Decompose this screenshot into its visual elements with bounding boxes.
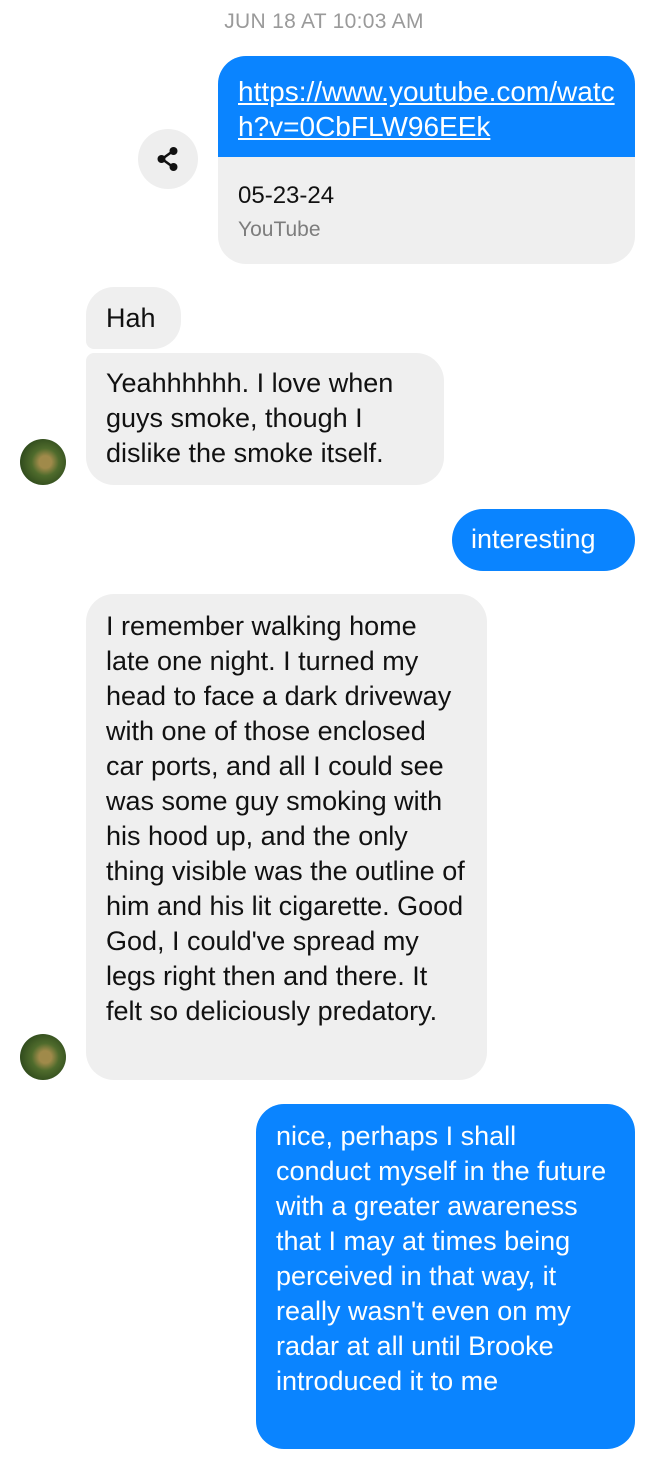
contact-avatar[interactable] <box>20 1034 66 1080</box>
message-text: interesting <box>471 524 596 554</box>
link-title: 05-23-24 <box>238 182 335 209</box>
message-text: I remember walking home late one night. … <box>106 611 465 1026</box>
contact-avatar[interactable] <box>20 439 66 485</box>
link-source: YouTube <box>238 218 321 241</box>
message-bubble-incoming[interactable]: Hah <box>86 287 181 349</box>
share-icon <box>157 147 178 171</box>
message-bubble-outgoing[interactable]: interesting <box>452 509 635 571</box>
share-button[interactable] <box>138 129 198 189</box>
message-bubble-outgoing[interactable]: nice, perhaps I shall conduct myself in … <box>256 1104 635 1449</box>
timestamp: JUN 18 AT 10:03 AM <box>224 10 424 33</box>
message-text: nice, perhaps I shall conduct myself in … <box>276 1121 607 1396</box>
message-bubble-incoming[interactable]: I remember walking home late one night. … <box>86 594 487 1080</box>
message-text: Yeahhhhhh. I love when guys smoke, thoug… <box>106 368 394 468</box>
link-url[interactable]: https://www.youtube.com/watch?v=0CbFLW96… <box>238 74 615 144</box>
link-preview-header[interactable]: https://www.youtube.com/watch?v=0CbFLW96… <box>218 56 635 157</box>
link-preview-body[interactable]: 05-23-24 YouTube <box>218 157 635 245</box>
message-text: Hah <box>106 303 156 333</box>
link-preview-card[interactable]: https://www.youtube.com/watch?v=0CbFLW96… <box>218 56 635 264</box>
message-bubble-incoming[interactable]: Yeahhhhhh. I love when guys smoke, thoug… <box>86 353 444 485</box>
